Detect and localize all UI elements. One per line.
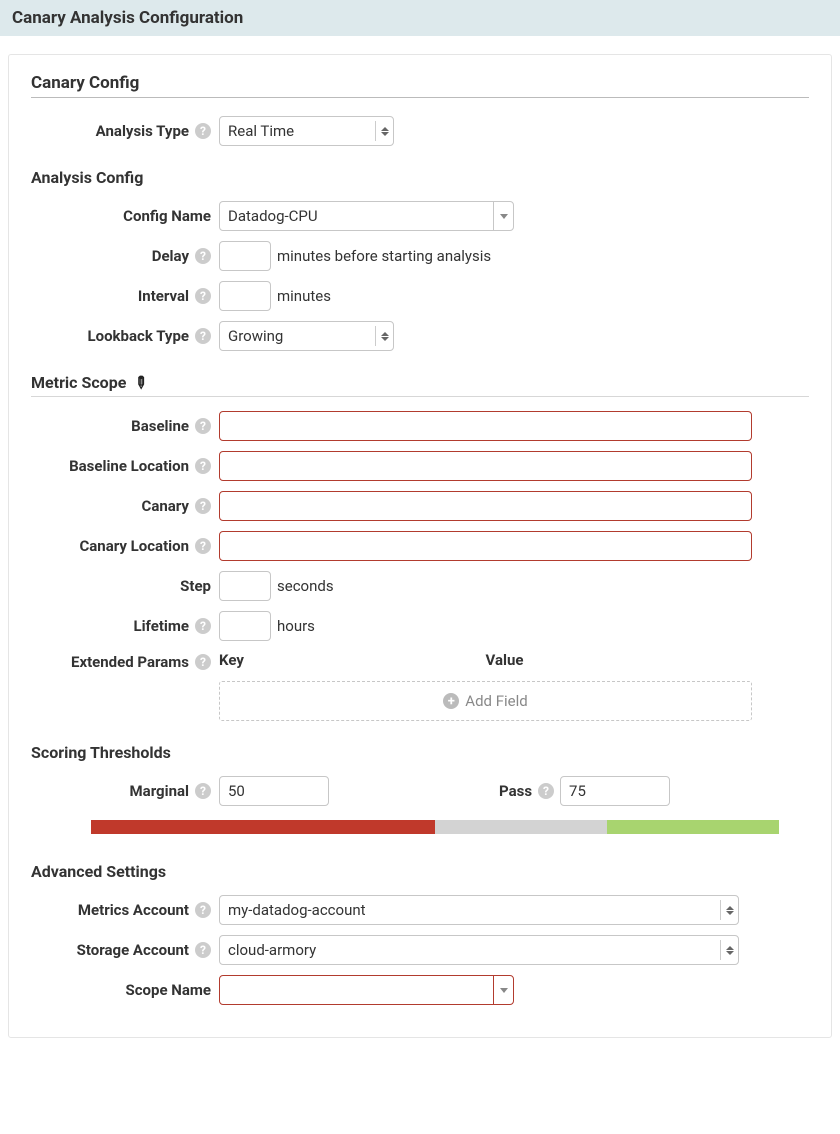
marginal-label: Marginal — [130, 782, 189, 800]
baseline-location-input[interactable] — [219, 451, 752, 481]
help-icon[interactable]: ? — [195, 498, 211, 514]
lifetime-suffix: hours — [277, 617, 315, 635]
lifetime-input[interactable] — [219, 611, 271, 641]
threshold-bar-green — [607, 820, 779, 834]
config-name-value: Datadog-CPU — [228, 207, 318, 225]
chevron-down-icon — [493, 976, 513, 1004]
step-label: Step — [180, 577, 211, 595]
threshold-bar — [91, 820, 779, 834]
delay-label: Delay — [152, 247, 189, 265]
chevron-updown-icon — [720, 900, 734, 920]
help-icon[interactable]: ? — [195, 288, 211, 304]
pass-label: Pass — [499, 782, 532, 800]
interval-label: Interval — [138, 287, 189, 305]
canary-location-label: Canary Location — [79, 537, 189, 555]
threshold-bar-grey — [435, 820, 607, 834]
help-icon[interactable]: ? — [195, 458, 211, 474]
lookback-value: Growing — [228, 327, 283, 345]
wand-icon[interactable]: ✎ — [130, 371, 153, 394]
help-icon[interactable]: ? — [195, 418, 211, 434]
pass-input[interactable] — [560, 776, 670, 806]
help-icon[interactable]: ? — [195, 538, 211, 554]
scope-name-combo[interactable] — [219, 975, 514, 1005]
baseline-location-label: Baseline Location — [69, 457, 189, 475]
metric-scope-label: Metric Scope — [31, 373, 126, 392]
metric-scope-title: Metric Scope ✎ — [31, 373, 809, 397]
analysis-config-title: Analysis Config — [31, 168, 809, 187]
help-icon[interactable]: ? — [195, 942, 211, 958]
help-icon[interactable]: ? — [195, 123, 211, 139]
interval-suffix: minutes — [277, 287, 331, 305]
lifetime-label: Lifetime — [133, 617, 189, 635]
help-icon[interactable]: ? — [538, 783, 554, 799]
chevron-down-icon — [493, 202, 513, 230]
key-header: Key — [219, 651, 486, 669]
config-card: Canary Config Analysis Type ? Real Time … — [8, 54, 832, 1038]
storage-account-select[interactable]: cloud-armory — [219, 935, 739, 965]
value-header: Value — [486, 651, 753, 669]
baseline-label: Baseline — [131, 417, 189, 435]
chevron-updown-icon — [375, 326, 389, 346]
help-icon[interactable]: ? — [195, 654, 211, 670]
advanced-title: Advanced Settings — [31, 862, 809, 881]
add-field-button[interactable]: + Add Field — [219, 681, 752, 721]
delay-suffix: minutes before starting analysis — [277, 247, 491, 265]
analysis-type-select[interactable]: Real Time — [219, 116, 394, 146]
metrics-account-value: my-datadog-account — [228, 901, 366, 919]
help-icon[interactable]: ? — [195, 248, 211, 264]
chevron-updown-icon — [720, 940, 734, 960]
baseline-input[interactable] — [219, 411, 752, 441]
add-field-label: Add Field — [465, 692, 527, 710]
config-name-label: Config Name — [123, 207, 211, 225]
plus-icon: + — [443, 693, 459, 709]
page-title: Canary Analysis Configuration — [0, 0, 840, 36]
step-input[interactable] — [219, 571, 271, 601]
help-icon[interactable]: ? — [195, 618, 211, 634]
canary-location-input[interactable] — [219, 531, 752, 561]
analysis-type-value: Real Time — [228, 122, 294, 140]
extended-params-label: Extended Params — [71, 653, 189, 671]
card-title: Canary Config — [31, 73, 809, 98]
interval-input[interactable] — [219, 281, 271, 311]
step-suffix: seconds — [277, 577, 334, 595]
storage-account-label: Storage Account — [77, 941, 189, 959]
analysis-type-label: Analysis Type — [96, 122, 189, 140]
help-icon[interactable]: ? — [195, 902, 211, 918]
lookback-label: Lookback Type — [88, 327, 190, 345]
lookback-select[interactable]: Growing — [219, 321, 394, 351]
delay-input[interactable] — [219, 241, 271, 271]
help-icon[interactable]: ? — [195, 783, 211, 799]
scope-name-label: Scope Name — [126, 981, 212, 999]
storage-account-value: cloud-armory — [228, 941, 316, 959]
marginal-input[interactable] — [219, 776, 329, 806]
help-icon[interactable]: ? — [195, 328, 211, 344]
canary-label: Canary — [142, 497, 189, 515]
metrics-account-label: Metrics Account — [78, 901, 189, 919]
chevron-updown-icon — [375, 121, 389, 141]
canary-input[interactable] — [219, 491, 752, 521]
config-name-combo[interactable]: Datadog-CPU — [219, 201, 514, 231]
thresholds-title: Scoring Thresholds — [31, 743, 809, 762]
threshold-bar-red — [91, 820, 435, 834]
metrics-account-select[interactable]: my-datadog-account — [219, 895, 739, 925]
